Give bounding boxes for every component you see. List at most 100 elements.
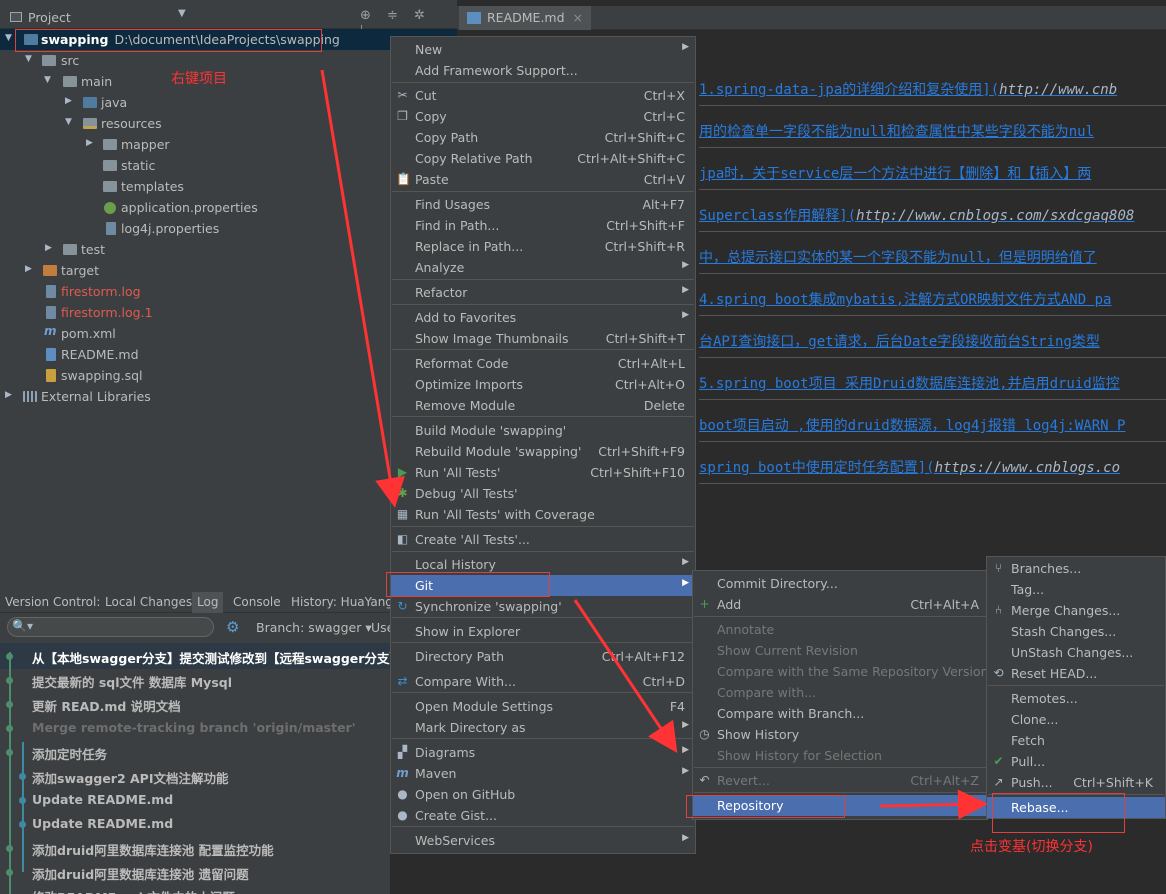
menu-item-webservices[interactable]: WebServices ▶ — [391, 830, 695, 851]
menu-item-create-all-tests[interactable]: ◧ Create 'All Tests'... — [391, 529, 695, 550]
menu-item-revert[interactable]: ↶ Revert... Ctrl+Alt+Z — [693, 770, 987, 791]
menu-item-stash-changes[interactable]: Stash Changes... — [987, 621, 1165, 642]
editor-line[interactable]: 1.spring-data-jpa的详细介绍和复杂使用](http://www.… — [699, 79, 1117, 99]
tree-item-swapping-sql[interactable]: swapping.sql — [0, 365, 457, 386]
menu-item-find-usages[interactable]: Find Usages Alt+F7 — [391, 194, 695, 215]
menu-item-remotes[interactable]: Remotes... — [987, 688, 1165, 709]
editor-line[interactable]: 用的检查单一字段不能为null和检查属性中某些字段不能为nul — [699, 121, 1094, 141]
tab-history[interactable]: History: HuaYangA — [291, 595, 390, 609]
commit-row[interactable]: 提交最新的 sql文件 数据库 Mysql — [32, 672, 232, 696]
menu-item-fetch[interactable]: Fetch — [987, 730, 1165, 751]
chevron-right-icon[interactable]: ▶ — [5, 390, 12, 400]
menu-item-show-history-for-selection[interactable]: Show History for Selection — [693, 745, 987, 766]
chevron-right-icon[interactable]: ▶ — [45, 243, 52, 253]
menu-item-add-to-favorites[interactable]: Add to Favorites ▶ — [391, 307, 695, 328]
menu-item-copy[interactable]: ❐ Copy Ctrl+C — [391, 106, 695, 127]
menu-item-synchronize-swapping[interactable]: ↻ Synchronize 'swapping' — [391, 596, 695, 617]
chevron-right-icon[interactable]: ▶ — [86, 138, 93, 148]
tree-item-main[interactable]: ▼ main — [0, 71, 457, 92]
menu-item-run-all-tests[interactable]: ▶ Run 'All Tests' Ctrl+Shift+F10 — [391, 462, 695, 483]
menu-item-refactor[interactable]: Refactor ▶ — [391, 282, 695, 303]
menu-item-optimize-imports[interactable]: Optimize Imports Ctrl+Alt+O — [391, 374, 695, 395]
tree-item-src[interactable]: ▼ src — [0, 50, 457, 71]
commit-row[interactable]: 更新 READ.md 说明文档 — [32, 696, 181, 720]
menu-item-cut[interactable]: ✂ Cut Ctrl+X — [391, 85, 695, 106]
tree-item-templates[interactable]: templates — [0, 176, 457, 197]
chevron-right-icon[interactable]: ▶ — [65, 96, 72, 106]
menu-item-create-gist[interactable]: ● Create Gist... — [391, 805, 695, 826]
menu-item-mark-directory-as[interactable]: Mark Directory as ▶ — [391, 717, 695, 738]
menu-item-pull[interactable]: ✔ Pull... — [987, 751, 1165, 772]
menu-item-show-history[interactable]: ◷ Show History — [693, 724, 987, 745]
editor-line[interactable]: 台API查询接口，get请求，后台Date字段接收前台String类型 — [699, 331, 1100, 351]
commit-row[interactable]: 添加swagger2 API文档注解功能 — [32, 768, 229, 792]
menu-item-compare-with[interactable]: Compare with... — [693, 682, 987, 703]
tree-item-external-libraries[interactable]: ▶ External Libraries — [0, 386, 457, 407]
menu-item-replace-in-path[interactable]: Replace in Path... Ctrl+Shift+R — [391, 236, 695, 257]
menu-item-unstash-changes[interactable]: UnStash Changes... — [987, 642, 1165, 663]
gear-icon[interactable]: ⚙ — [226, 618, 239, 636]
commit-row[interactable]: 从【本地swagger分支】提交测试修改到【远程swagger分支】 — [32, 648, 402, 672]
menu-item-merge-changes[interactable]: ⑃ Merge Changes... — [987, 600, 1165, 621]
menu-item-tag[interactable]: Tag... — [987, 579, 1165, 600]
editor-line[interactable]: Superclass作用解释](http://www.cnblogs.com/s… — [699, 205, 1134, 225]
menu-item-open-on-github[interactable]: ● Open on GitHub — [391, 784, 695, 805]
menu-item-maven[interactable]: m Maven ▶ — [391, 763, 695, 784]
commit-row[interactable]: 添加druid阿里数据库连接池 配置监控功能 — [32, 840, 274, 864]
editor-line[interactable]: 中，总提示接口实体的某一个字段不能为null，但是明明给值了 — [699, 247, 1097, 267]
tree-item-readme-md[interactable]: README.md — [0, 344, 457, 365]
editor-line[interactable]: 4.spring boot集成mybatis,注解方式OR映射文件方式AND p… — [699, 289, 1111, 309]
menu-item-annotate[interactable]: Annotate — [693, 619, 987, 640]
menu-item-compare-with-branch[interactable]: Compare with Branch... — [693, 703, 987, 724]
project-title[interactable]: Project — [28, 10, 71, 25]
menu-item-paste[interactable]: 📋 Paste Ctrl+V — [391, 169, 695, 190]
tree-item-resources[interactable]: ▼ resources — [0, 113, 457, 134]
tree-item-application-properties[interactable]: application.properties — [0, 197, 457, 218]
editor-line[interactable]: spring boot中使用定时任务配置](https://www.cnblog… — [699, 457, 1120, 477]
menu-item-add[interactable]: + Add Ctrl+Alt+A — [693, 594, 987, 615]
commit-row[interactable]: 添加druid阿里数据库连接池 遗留问题 — [32, 864, 249, 888]
menu-item-debug-all-tests[interactable]: ✱ Debug 'All Tests' — [391, 483, 695, 504]
menu-item-branches[interactable]: ⑂ Branches... — [987, 558, 1165, 579]
menu-item-compare-with[interactable]: ⇄ Compare With... Ctrl+D — [391, 671, 695, 692]
tree-item-log4j-properties[interactable]: log4j.properties — [0, 218, 457, 239]
tree-item-pom-xml[interactable]: m pom.xml — [0, 323, 457, 344]
tree-item-target[interactable]: ▶ target — [0, 260, 457, 281]
tree-item-test[interactable]: ▶ test — [0, 239, 457, 260]
tab-log[interactable]: Log — [192, 592, 224, 613]
menu-item-show-current-revision[interactable]: Show Current Revision — [693, 640, 987, 661]
menu-item-remove-module[interactable]: Remove Module Delete — [391, 395, 695, 416]
chevron-down-icon[interactable]: ▼ — [65, 117, 72, 127]
menu-item-compare-with-the-same-repository-version[interactable]: Compare with the Same Repository Version — [693, 661, 989, 682]
editor-line[interactable]: boot项目启动 ,使用的druid数据源，log4j报错 log4j:WARN… — [699, 415, 1125, 435]
tab-readme[interactable]: README.md × — [459, 6, 592, 30]
menu-item-commit-directory[interactable]: Commit Directory... — [693, 573, 987, 594]
chevron-down-icon[interactable]: ▼ — [44, 75, 51, 85]
chevron-right-icon[interactable]: ▶ — [25, 264, 32, 274]
tree-item-static[interactable]: static — [0, 155, 457, 176]
menu-item-copy-relative-path[interactable]: Copy Relative Path Ctrl+Alt+Shift+C — [391, 148, 695, 169]
tab-local-changes[interactable]: Local Changes — [105, 595, 192, 609]
commit-row[interactable]: Merge remote-tracking branch 'origin/mas… — [32, 720, 356, 744]
editor-line[interactable]: jpa时，关于service层一个方法中进行【删除】和【插入】两 — [699, 163, 1091, 183]
menu-item-add-framework-support[interactable]: Add Framework Support... — [391, 60, 695, 81]
tree-item-mapper[interactable]: ▶ mapper — [0, 134, 457, 155]
chevron-down-icon[interactable]: ▼ — [178, 8, 186, 19]
branch-filter[interactable]: Branch: swagger ▾ — [256, 620, 372, 635]
commit-row[interactable]: Update README.md — [32, 792, 173, 816]
menu-item-run-all-tests-with-coverage[interactable]: ▦ Run 'All Tests' with Coverage — [391, 504, 695, 525]
close-icon[interactable]: × — [573, 10, 583, 25]
menu-item-rebuild-module-swapping[interactable]: Rebuild Module 'swapping' Ctrl+Shift+F9 — [391, 441, 695, 462]
tab-console[interactable]: Console — [233, 595, 281, 609]
tree-item-java[interactable]: ▶ java — [0, 92, 457, 113]
tree-item-firestorm-log[interactable]: firestorm.log — [0, 281, 457, 302]
log-search-input[interactable]: 🔍▾ — [7, 617, 214, 637]
commit-row[interactable]: Update README.md — [32, 816, 173, 840]
menu-item-clone[interactable]: Clone... — [987, 709, 1165, 730]
menu-item-new[interactable]: New ▶ — [391, 39, 695, 60]
menu-item-reformat-code[interactable]: Reformat Code Ctrl+Alt+L — [391, 353, 695, 374]
menu-item-diagrams[interactable]: ▞ Diagrams ▶ — [391, 742, 695, 763]
menu-item-analyze[interactable]: Analyze ▶ — [391, 257, 695, 278]
menu-item-show-image-thumbnails[interactable]: Show Image Thumbnails Ctrl+Shift+T — [391, 328, 695, 349]
menu-item-build-module-swapping[interactable]: Build Module 'swapping' — [391, 420, 695, 441]
